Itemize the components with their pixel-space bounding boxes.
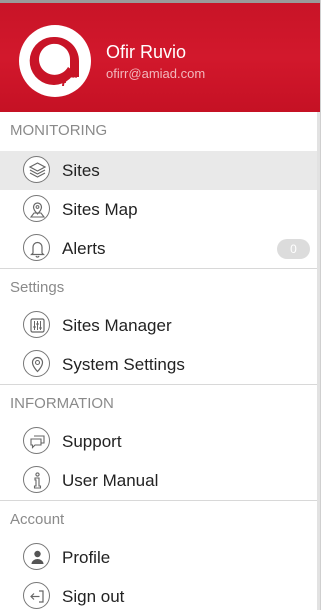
chat-bubbles-icon bbox=[23, 427, 50, 454]
menu-item-label: System Settings bbox=[62, 355, 185, 374]
info-icon bbox=[23, 466, 50, 493]
location-pin-icon bbox=[23, 350, 50, 377]
menu-item-sign-out[interactable]: Sign out bbox=[0, 577, 320, 610]
alerts-count-badge: 0 bbox=[277, 239, 310, 259]
menu-item-label: Support bbox=[62, 432, 122, 451]
layers-icon bbox=[23, 156, 50, 183]
section-account: Account bbox=[0, 500, 320, 538]
user-email: ofirr@amiad.com bbox=[106, 66, 206, 81]
menu-item-alerts[interactable]: Alerts 0 bbox=[0, 229, 320, 268]
menu-item-sites[interactable]: Sites bbox=[0, 151, 320, 190]
section-settings: Settings bbox=[0, 268, 320, 306]
menu-item-label: Sign out bbox=[62, 587, 125, 606]
scrollbar[interactable] bbox=[317, 112, 320, 610]
menu-item-label: User Manual bbox=[62, 471, 159, 490]
menu-item-user-manual[interactable]: User Manual bbox=[0, 461, 320, 500]
menu-item-label: Profile bbox=[62, 548, 111, 567]
amiad-logo bbox=[19, 25, 91, 97]
menu-item-label: Alerts bbox=[62, 239, 106, 258]
menu-item-profile[interactable]: Profile bbox=[0, 538, 320, 577]
menu-item-label: Sites Map bbox=[62, 200, 138, 219]
map-pin-icon bbox=[23, 195, 50, 222]
bell-icon bbox=[23, 234, 50, 261]
sliders-icon bbox=[23, 311, 50, 338]
navigation-drawer: Ofir Ruvio ofirr@amiad.com MONITORING Si… bbox=[0, 0, 321, 610]
menu-item-sites-map[interactable]: Sites Map bbox=[0, 190, 320, 229]
sign-out-icon bbox=[23, 582, 50, 609]
menu-item-label: Sites bbox=[62, 161, 100, 180]
profile-header: Ofir Ruvio ofirr@amiad.com bbox=[0, 0, 320, 112]
menu-item-label: Sites Manager bbox=[62, 316, 172, 335]
person-icon bbox=[23, 543, 50, 570]
menu-item-sites-manager[interactable]: Sites Manager bbox=[0, 306, 320, 345]
menu-item-system-settings[interactable]: System Settings bbox=[0, 345, 320, 384]
section-information: INFORMATION bbox=[0, 384, 320, 422]
user-name: Ofir Ruvio bbox=[106, 42, 187, 62]
section-monitoring: MONITORING bbox=[10, 122, 108, 139]
menu-item-support[interactable]: Support bbox=[0, 422, 320, 461]
